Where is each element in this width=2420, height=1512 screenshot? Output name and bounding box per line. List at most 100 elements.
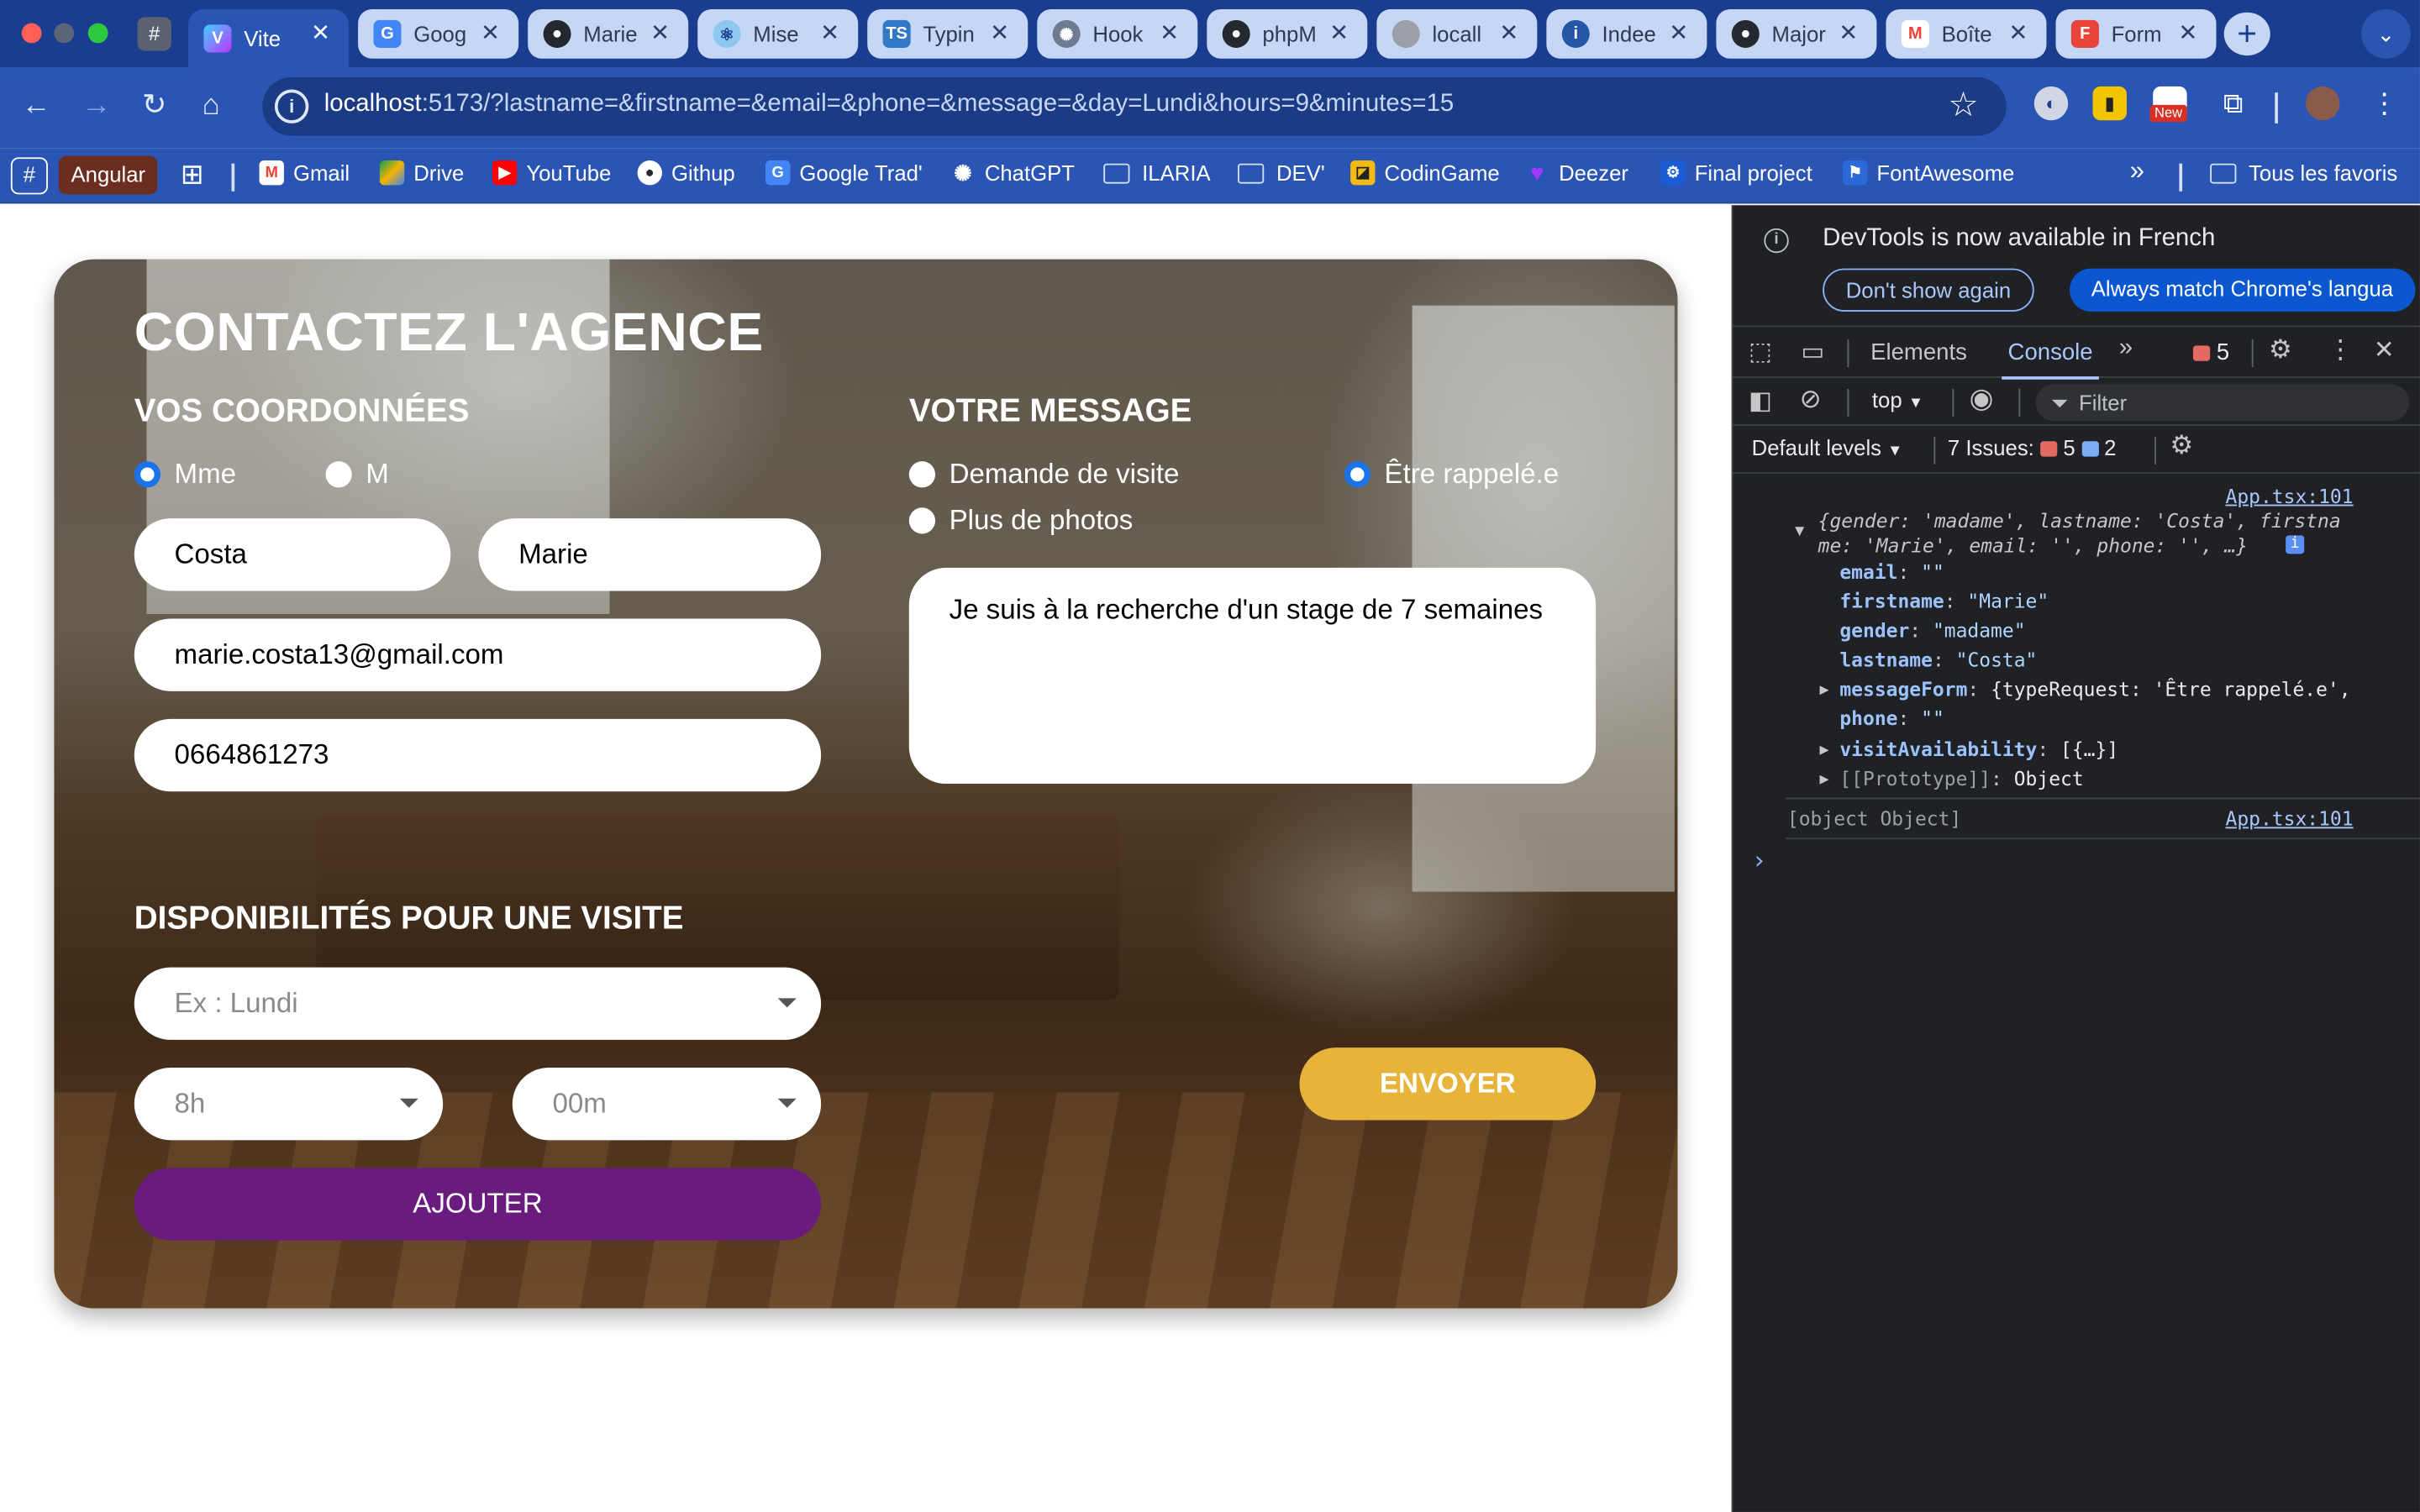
tab-mise[interactable]: ⚛ Mise ✕ — [697, 9, 859, 59]
clear-console-icon[interactable]: ⊘ — [1800, 384, 1822, 415]
pinned-tab[interactable]: # — [137, 17, 171, 51]
email-input[interactable]: marie.costa13@gmail.com — [134, 618, 822, 691]
close-icon[interactable]: ✕ — [1669, 18, 1688, 46]
more-tabs-icon[interactable]: » — [2119, 335, 2133, 363]
bookmark-codingame[interactable]: ◪ CodinGame — [1350, 160, 1500, 186]
send-button[interactable]: ENVOYER — [1299, 1047, 1597, 1121]
phone-input[interactable]: 0664861273 — [134, 718, 822, 792]
tab-localhost[interactable]: locall ✕ — [1376, 9, 1538, 59]
close-icon[interactable]: ✕ — [311, 18, 330, 46]
back-arrow-icon[interactable]: ← — [22, 88, 51, 125]
lastname-input[interactable]: Costa — [134, 518, 451, 591]
issues-link[interactable]: 7 Issues: 5 2 — [1948, 435, 2117, 459]
hash-bookmark-icon[interactable]: # — [10, 157, 48, 195]
close-devtools-icon[interactable]: ✕ — [2374, 335, 2395, 366]
site-info-icon[interactable]: i — [274, 89, 309, 123]
log-prop-row[interactable]: email: "" — [1839, 560, 1944, 584]
minutes-select[interactable]: 00m — [512, 1067, 822, 1141]
more-bookmarks-button[interactable]: » — [2130, 156, 2144, 187]
maximize-window-button[interactable] — [87, 23, 108, 44]
sidebar-toggle-icon[interactable]: ◧ — [1749, 386, 1772, 417]
close-icon[interactable]: ✕ — [2008, 18, 2028, 46]
expand-triangle-icon[interactable]: ▼ — [1795, 523, 1804, 540]
reload-icon[interactable]: ↻ — [142, 88, 166, 125]
home-icon[interactable]: ⌂ — [203, 88, 220, 125]
tab-vite[interactable]: V Vite ✕ — [188, 9, 350, 68]
radio-etre-rappele[interactable]: Être rappelé.e — [1344, 458, 1559, 491]
close-window-button[interactable] — [21, 23, 42, 44]
close-icon[interactable]: ✕ — [1329, 18, 1349, 46]
log-prop-row[interactable]: messageForm: {typeRequest: 'Être rappelé… — [1839, 677, 2350, 701]
forward-arrow-icon[interactable]: → — [82, 88, 111, 125]
close-icon[interactable]: ✕ — [650, 18, 670, 46]
settings-gear-icon[interactable]: ⚙ — [2269, 335, 2292, 366]
radio-demande-visite[interactable]: Demande de visite — [908, 458, 1179, 491]
puzzle-icon[interactable]: ⧉ — [2217, 87, 2250, 120]
console-prompt[interactable]: › — [1752, 846, 1767, 875]
tab-console[interactable]: Console — [2002, 339, 2100, 380]
radio-mme[interactable]: Mme — [134, 458, 236, 491]
add-availability-button[interactable]: AJOUTER — [134, 1168, 822, 1241]
hours-select[interactable]: 8h — [134, 1067, 444, 1141]
bookmark-dev[interactable]: DEV' — [1238, 160, 1325, 185]
url-text[interactable]: localhost:5173/?lastname=&firstname=&ema… — [324, 91, 1455, 118]
tab-search-button[interactable]: ⌄ — [2361, 9, 2411, 59]
eye-icon[interactable]: ◉ — [1970, 383, 1994, 416]
more-vert-icon[interactable]: ⋮ — [2328, 335, 2354, 366]
tab-hook[interactable]: ✺ Hook ✕ — [1037, 9, 1198, 59]
close-icon[interactable]: ✕ — [1499, 18, 1518, 46]
bookmark-final-project[interactable]: ⚙ Final project — [1660, 160, 1812, 186]
tab-phpmyadmin[interactable]: ● phpM ✕ — [1207, 9, 1368, 59]
tab-google-translate[interactable]: G Goog ✕ — [358, 9, 519, 59]
tab-form[interactable]: F Form ✕ — [2055, 9, 2217, 59]
expand-triangle-icon[interactable]: ▶ — [1819, 771, 1828, 788]
apps-grid-icon[interactable]: ⊞ — [181, 159, 204, 192]
bookmark-google-trad[interactable]: G Google Trad' — [765, 160, 923, 186]
new-extension-icon[interactable]: New — [2149, 86, 2187, 123]
bookmark-fontawesome[interactable]: ⚑ FontAwesome — [1843, 160, 2014, 186]
log-source-link[interactable]: App.tsx:101 — [2226, 807, 2354, 831]
close-icon[interactable]: ✕ — [990, 18, 1009, 46]
close-icon[interactable]: ✕ — [2178, 18, 2197, 46]
tab-typing[interactable]: TS Typin ✕ — [867, 9, 1028, 59]
bookmark-drive[interactable]: Drive — [379, 160, 464, 186]
firstname-input[interactable]: Marie — [478, 518, 822, 591]
console-filter-input[interactable]: ⏷ Filter — [2035, 384, 2410, 422]
device-toolbar-icon[interactable]: ▭ — [1801, 336, 1824, 367]
bookmark-angular[interactable]: Angular — [58, 155, 158, 195]
log-prop-row[interactable]: lastname: "Costa" — [1839, 648, 2037, 671]
log-prop-row[interactable]: visitAvailability: [{…}] — [1839, 738, 2118, 761]
context-select[interactable]: top ▼ — [1872, 387, 1923, 412]
close-icon[interactable]: ✕ — [1839, 18, 1858, 46]
bookmark-gmail[interactable]: M Gmail — [259, 160, 350, 186]
error-counter[interactable]: 5 — [2192, 339, 2229, 365]
log-prop-row[interactable]: [[Prototype]]: Object — [1839, 767, 2083, 790]
bookmark-star-icon[interactable]: ☆ — [1948, 85, 1978, 125]
log-summary-line[interactable]: me: 'Marie', email: '', phone: '', …} — [1818, 533, 2248, 557]
tab-indeed[interactable]: i Indee ✕ — [1546, 9, 1707, 59]
log-prop-row[interactable]: gender: "madame" — [1839, 619, 2025, 643]
tab-github-marie[interactable]: ● Marie ✕ — [528, 9, 689, 59]
radio-m[interactable]: M — [325, 458, 389, 491]
log-prop-row[interactable]: phone: "" — [1839, 706, 1944, 730]
minimize-window-button[interactable] — [54, 23, 75, 44]
always-match-language-button[interactable]: Always match Chrome's langua — [2070, 268, 2415, 312]
log-summary-line[interactable]: {gender: 'madame', lastname: 'Costa', fi… — [1818, 509, 2341, 533]
close-icon[interactable]: ✕ — [481, 18, 500, 46]
tab-major[interactable]: ● Major ✕ — [1716, 9, 1877, 59]
close-icon[interactable]: ✕ — [1160, 18, 1179, 46]
expand-triangle-icon[interactable]: ▶ — [1819, 742, 1828, 759]
tab-elements[interactable]: Elements — [1870, 339, 1967, 365]
day-select[interactable]: Ex : Lundi — [134, 967, 822, 1040]
bookmark-ilaria[interactable]: ILARIA — [1103, 160, 1211, 185]
log-prop-row[interactable]: firstname: "Marie" — [1839, 590, 2049, 613]
log-source-link[interactable]: App.tsx:101 — [2226, 485, 2354, 508]
analytics-extension-icon[interactable]: ▮ — [2092, 86, 2127, 121]
bookmark-deezer[interactable]: ♥ Deezer — [1525, 160, 1628, 186]
address-bar[interactable]: i localhost:5173/?lastname=&firstname=&e… — [262, 76, 2007, 136]
tab-gmail[interactable]: M Boîte ✕ — [1886, 9, 2047, 59]
new-tab-button[interactable]: + — [2223, 12, 2270, 56]
profile-avatar[interactable] — [2306, 86, 2340, 121]
expand-triangle-icon[interactable]: ▶ — [1819, 682, 1828, 699]
extension-icon[interactable]: ◐ — [2033, 86, 2069, 121]
